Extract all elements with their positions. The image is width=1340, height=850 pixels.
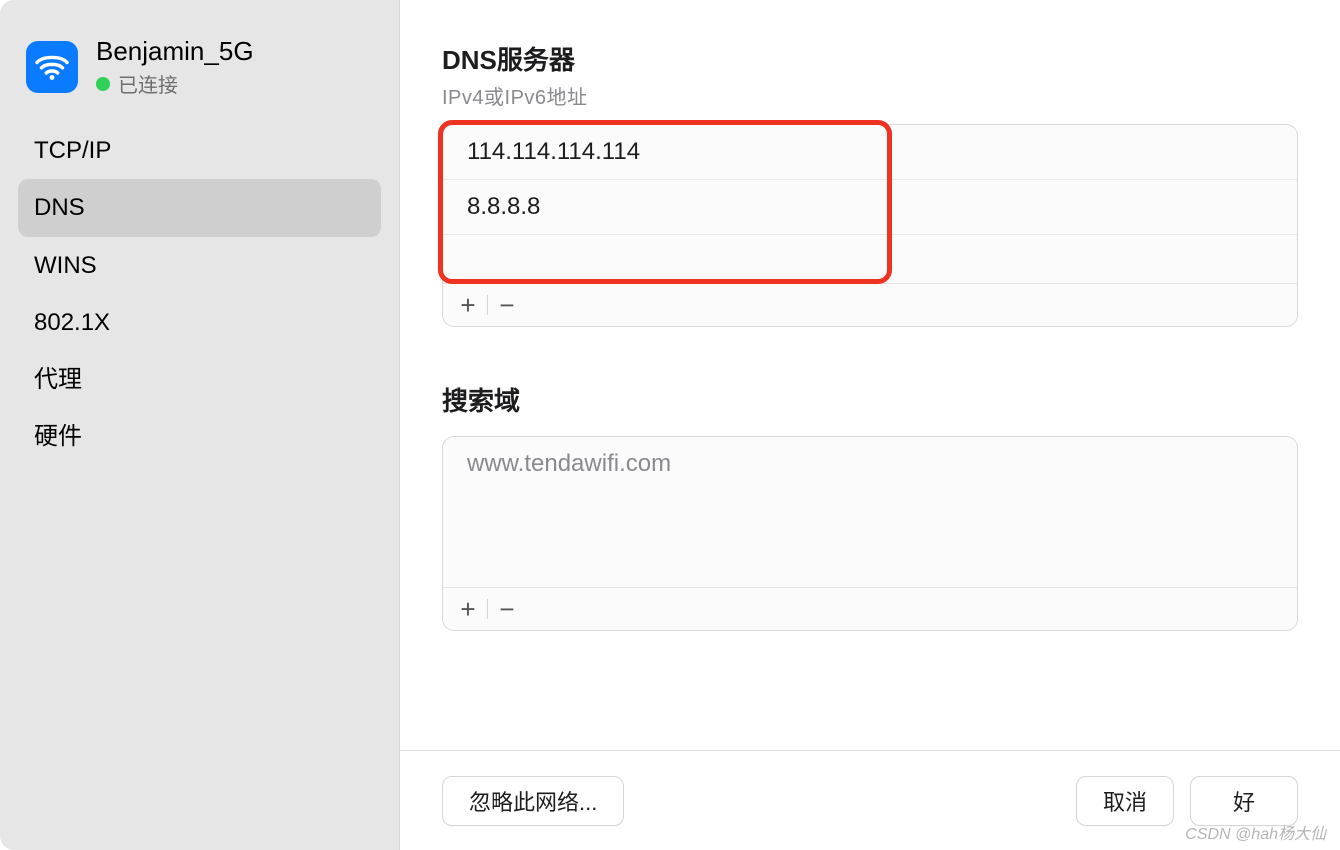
tab-hardware[interactable]: 硬件 bbox=[18, 408, 381, 465]
separator-icon bbox=[487, 295, 488, 315]
status-dot-icon bbox=[96, 77, 110, 91]
dns-section-subtitle: IPv4或IPv6地址 bbox=[442, 81, 1298, 110]
watermark-text: CSDN @hah杨大仙 bbox=[1185, 820, 1326, 844]
search-section-title: 搜索域 bbox=[442, 381, 1298, 418]
remove-search-domain-button[interactable]: − bbox=[490, 592, 524, 626]
wifi-icon bbox=[26, 41, 78, 93]
dns-list-footer: + − bbox=[443, 283, 1297, 326]
network-title-block: Benjamin_5G 已连接 bbox=[96, 36, 254, 98]
dns-rows: 114.114.114.114 8.8.8.8 bbox=[443, 125, 1297, 283]
dns-list-wrapper: 114.114.114.114 8.8.8.8 + − bbox=[442, 124, 1298, 327]
button-group-right: 取消 好 bbox=[1076, 776, 1298, 826]
tab-8021x[interactable]: 802.1X bbox=[18, 294, 381, 351]
tab-proxy[interactable]: 代理 bbox=[18, 351, 381, 408]
add-dns-button[interactable]: + bbox=[451, 288, 485, 322]
dns-servers-list[interactable]: 114.114.114.114 8.8.8.8 + − bbox=[442, 124, 1298, 327]
network-status: 已连接 bbox=[96, 69, 254, 98]
sidebar-tab-list: TCP/IP DNS WINS 802.1X 代理 硬件 bbox=[18, 122, 381, 465]
forget-network-button[interactable]: 忽略此网络... bbox=[442, 776, 624, 826]
search-rows: www.tendawifi.com bbox=[443, 437, 1297, 587]
network-name: Benjamin_5G bbox=[96, 36, 254, 67]
status-text: 已连接 bbox=[118, 69, 178, 98]
network-settings-window: Benjamin_5G 已连接 TCP/IP DNS WINS 802.1X 代… bbox=[0, 0, 1340, 850]
tab-dns[interactable]: DNS bbox=[18, 179, 381, 236]
tab-wins[interactable]: WINS bbox=[18, 237, 381, 294]
dns-server-row[interactable]: 114.114.114.114 bbox=[443, 125, 1297, 180]
search-domain-row[interactable]: www.tendawifi.com bbox=[443, 437, 1297, 491]
search-list-footer: + − bbox=[443, 587, 1297, 630]
dns-section-title: DNS服务器 bbox=[442, 40, 1298, 77]
dns-server-row[interactable]: 8.8.8.8 bbox=[443, 180, 1297, 235]
separator-icon bbox=[487, 599, 488, 619]
search-domains-section: 搜索域 www.tendawifi.com + − bbox=[442, 381, 1298, 631]
search-domains-list[interactable]: www.tendawifi.com + − bbox=[442, 436, 1298, 631]
add-search-domain-button[interactable]: + bbox=[451, 592, 485, 626]
ok-button[interactable]: 好 bbox=[1190, 776, 1298, 826]
main-panel: DNS服务器 IPv4或IPv6地址 114.114.114.114 8.8.8… bbox=[400, 0, 1340, 850]
tab-tcpip[interactable]: TCP/IP bbox=[18, 122, 381, 179]
dns-section: DNS服务器 IPv4或IPv6地址 114.114.114.114 8.8.8… bbox=[442, 40, 1298, 327]
network-header: Benjamin_5G 已连接 bbox=[18, 30, 381, 116]
remove-dns-button[interactable]: − bbox=[490, 288, 524, 322]
cancel-button[interactable]: 取消 bbox=[1076, 776, 1174, 826]
sidebar: Benjamin_5G 已连接 TCP/IP DNS WINS 802.1X 代… bbox=[0, 0, 400, 850]
